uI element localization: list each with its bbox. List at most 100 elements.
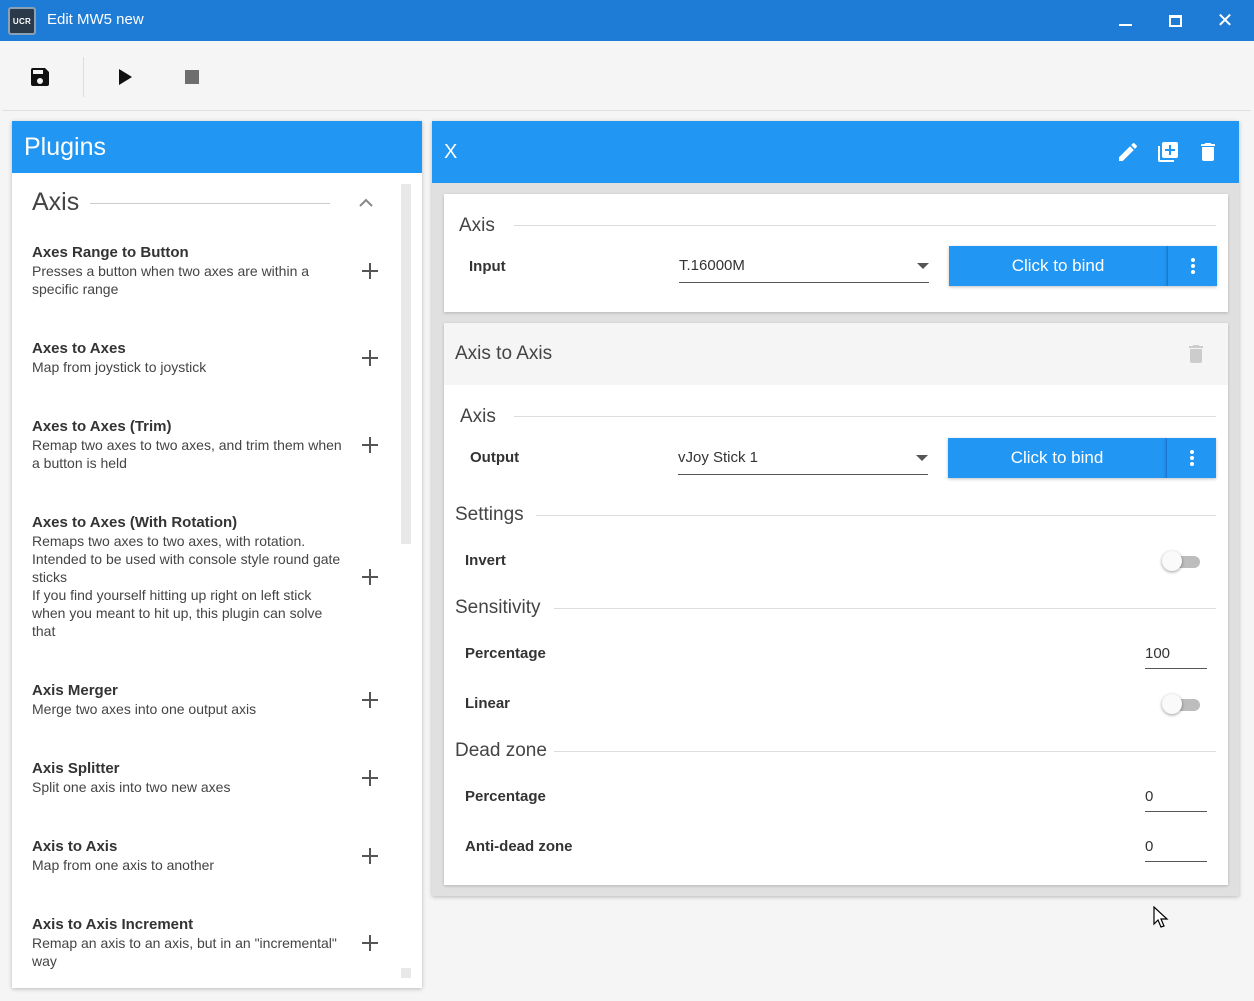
- section-divider: [536, 515, 1216, 516]
- plugin-name: Axes to Axes (With Rotation): [32, 514, 238, 531]
- plugin-desc: Map from one axis to another: [32, 857, 215, 873]
- pencil-icon[interactable]: [1116, 140, 1140, 164]
- input-device-value: T.16000M: [679, 257, 745, 274]
- dropdown-arrow-icon: [916, 455, 928, 461]
- section-divider: [514, 225, 1216, 226]
- plugin-item: Axis to Axis Map from one axis to anothe…: [32, 838, 382, 874]
- sensitivity-percentage-input[interactable]: 100: [1145, 641, 1207, 669]
- add-icon[interactable]: [358, 259, 382, 283]
- play-icon: [119, 69, 132, 85]
- play-button[interactable]: [107, 59, 143, 95]
- more-vert-icon: [1190, 258, 1195, 274]
- output-bind-button[interactable]: Click to bind: [948, 438, 1166, 478]
- anti-deadzone-label: Anti-dead zone: [465, 838, 573, 855]
- deadzone-percentage-input[interactable]: 0: [1145, 784, 1207, 812]
- plugin-card-title: Axis to Axis: [455, 343, 553, 364]
- deadzone-section-label: Dead zone: [455, 740, 547, 761]
- plugin-item: Axis Merger Merge two axes into one outp…: [32, 682, 382, 718]
- floppy-disk-icon: [31, 68, 49, 86]
- linear-label: Linear: [465, 695, 511, 712]
- app-icon: UCR: [8, 7, 36, 35]
- more-vert-icon: [1189, 450, 1194, 466]
- plugin-name: Axis to Axis Increment: [32, 916, 194, 933]
- dropdown-arrow-icon: [917, 263, 929, 269]
- add-icon[interactable]: [358, 346, 382, 370]
- plugin-name: Axis to Axis: [32, 838, 118, 855]
- plugin-desc: Map from joystick to joystick: [32, 359, 207, 375]
- sensitivity-section-label: Sensitivity: [455, 597, 541, 618]
- plugin-desc: Split one axis into two new axes: [32, 779, 231, 795]
- add-icon[interactable]: [358, 766, 382, 790]
- maximize-icon: [1168, 14, 1182, 27]
- plugin-item: Axes to Axes Map from joystick to joysti…: [32, 340, 382, 376]
- stop-icon: [185, 70, 199, 84]
- plugins-header: Plugins: [12, 121, 422, 173]
- input-card: Axis Input T.16000M Click to bind: [444, 194, 1228, 312]
- output-label: Output: [470, 449, 520, 466]
- add-icon[interactable]: [358, 565, 382, 589]
- stop-button[interactable]: [174, 59, 210, 95]
- plugin-desc: Merge two axes into one output axis: [32, 701, 257, 717]
- app-icon-text: UCR: [12, 16, 32, 26]
- plugin-item: Axis Splitter Split one axis into two ne…: [32, 760, 382, 796]
- add-icon[interactable]: [358, 433, 382, 457]
- plugins-panel: Plugins Axis Axes Range to Button Presse…: [12, 121, 422, 988]
- close-button[interactable]: ✕: [1200, 0, 1250, 41]
- plugin-item: Axes to Axes (Trim) Remap two axes to tw…: [32, 418, 382, 472]
- input-axis-section-label: Axis: [459, 215, 495, 236]
- toggle-knob: [1162, 694, 1182, 714]
- minimize-icon: [1118, 23, 1132, 26]
- plugin-desc: Remaps two axes to two axes, with rotati…: [32, 533, 341, 639]
- section-divider: [554, 608, 1216, 609]
- linear-toggle[interactable]: [1162, 693, 1202, 715]
- add-icon[interactable]: [358, 931, 382, 955]
- section-divider: [514, 416, 1216, 417]
- invert-toggle[interactable]: [1162, 550, 1202, 572]
- mouse-cursor-icon: [1153, 906, 1169, 928]
- input-bind-button[interactable]: Click to bind: [949, 246, 1167, 286]
- input-label: Input: [469, 258, 506, 275]
- section-divider: [554, 751, 1216, 752]
- close-icon: ✕: [1216, 9, 1234, 32]
- toolbar-divider: [83, 57, 84, 97]
- mapping-panel: X Axis Input T.16000M Click to bind Axis…: [432, 121, 1239, 896]
- plugin-name: Axes to Axes: [32, 340, 126, 357]
- add-icon[interactable]: [358, 844, 382, 868]
- plugin-desc: Presses a button when two axes are withi…: [32, 263, 310, 297]
- output-more-button[interactable]: [1166, 438, 1216, 478]
- add-icon[interactable]: [358, 688, 382, 712]
- toolbar: [2, 41, 1251, 111]
- save-button[interactable]: [22, 59, 58, 95]
- plugin-card: Axis to Axis Axis Output vJoy Stick 1 Cl…: [444, 323, 1228, 885]
- trash-icon[interactable]: [1196, 140, 1220, 164]
- chevron-up-icon[interactable]: [356, 193, 376, 213]
- mapping-title: X: [444, 140, 458, 163]
- plugin-name: Axes to Axes (Trim): [32, 418, 172, 435]
- plugin-card-header: Axis to Axis: [444, 323, 1228, 385]
- scrollbar-arrow[interactable]: [401, 968, 411, 978]
- input-more-button[interactable]: [1167, 246, 1217, 286]
- anti-deadzone-input[interactable]: 0: [1145, 834, 1207, 862]
- trash-icon[interactable]: [1184, 342, 1208, 366]
- minimize-button[interactable]: [1100, 0, 1150, 41]
- plugin-category-title: Axis: [32, 188, 80, 216]
- plugin-item: Axis to Axis Increment Remap an axis to …: [32, 916, 382, 970]
- plugin-item: Axes Range to Button Presses a button wh…: [32, 244, 382, 298]
- invert-label: Invert: [465, 552, 506, 569]
- plugin-name: Axis Merger: [32, 682, 118, 699]
- mapping-header: X: [432, 121, 1239, 183]
- output-device-select[interactable]: vJoy Stick 1: [678, 439, 928, 475]
- maximize-button[interactable]: [1150, 0, 1200, 41]
- plugin-item: Axes to Axes (With Rotation) Remaps two …: [32, 514, 382, 640]
- scrollbar[interactable]: [401, 184, 411, 544]
- plugin-name: Axis Splitter: [32, 760, 120, 777]
- output-device-value: vJoy Stick 1: [678, 449, 759, 466]
- plugin-desc: Remap an axis to an axis, but in an "inc…: [32, 935, 337, 969]
- plugin-desc: Remap two axes to two axes, and trim the…: [32, 437, 342, 471]
- output-axis-section-label: Axis: [460, 406, 496, 427]
- duplicate-icon[interactable]: [1156, 140, 1180, 164]
- toggle-knob: [1162, 551, 1182, 571]
- plugin-name: Axes Range to Button: [32, 244, 189, 261]
- input-device-select[interactable]: T.16000M: [679, 247, 929, 283]
- sensitivity-percentage-label: Percentage: [465, 645, 546, 662]
